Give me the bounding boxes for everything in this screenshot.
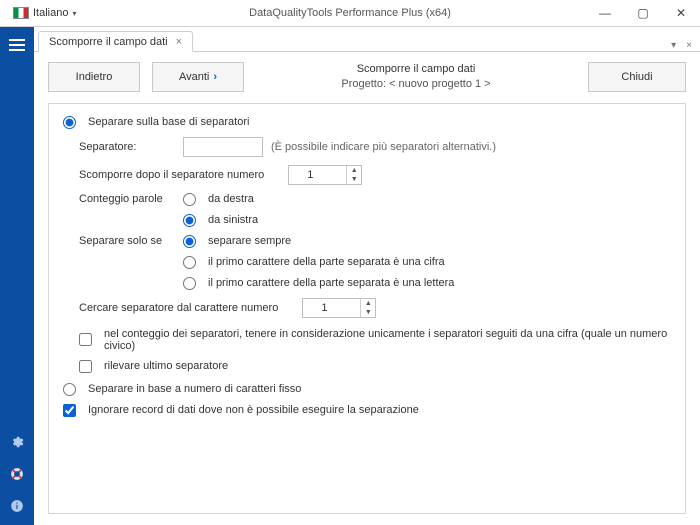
chevron-down-icon: ▾ <box>72 9 76 18</box>
back-label: Indietro <box>76 71 113 83</box>
next-button[interactable]: Avanti › <box>152 62 244 92</box>
tab-scomporre[interactable]: Scomporre il campo dati × <box>38 31 193 52</box>
menu-button[interactable] <box>5 33 29 57</box>
flag-icon <box>13 7 29 19</box>
only-if-row: Separare solo se separare sempre <box>79 235 671 248</box>
separator-label: Separatore: <box>79 141 175 153</box>
word-count-row2: da sinistra <box>183 214 671 227</box>
checkbox-detect-last-separator[interactable] <box>79 360 92 373</box>
chk-ignore-label: Ignorare record di dati dove non è possi… <box>88 404 419 416</box>
tab-tools: ▾ × <box>671 40 700 51</box>
info-icon <box>10 499 24 513</box>
close-label: Chiudi <box>621 71 652 83</box>
close-button[interactable]: Chiudi <box>588 62 686 92</box>
chk-ignore-row: Ignorare record di dati dove non è possi… <box>63 404 671 417</box>
checkbox-only-followed-by-digit[interactable] <box>79 333 92 346</box>
chk-followed-label: nel conteggio dei separatori, tenere in … <box>104 328 671 352</box>
tab-label: Scomporre il campo dati <box>49 36 168 48</box>
gear-icon <box>10 435 24 449</box>
after-sep-spinner[interactable]: 1 ▲ ▼ <box>288 165 362 185</box>
word-count-label: Conteggio parole <box>79 193 175 205</box>
radio-mode-separators[interactable] <box>63 116 76 129</box>
content: Scomporre il campo dati × ▾ × Indietro A… <box>34 27 700 525</box>
search-from-value: 1 <box>321 302 327 314</box>
radio-first-letter[interactable] <box>183 277 196 290</box>
wizard-title: Scomporre il campo dati <box>256 62 576 77</box>
titlebar: Italiano ▾ DataQualityTools Performance … <box>0 0 700 27</box>
sidebar <box>0 27 34 525</box>
tab-dropdown-icon[interactable]: ▾ <box>671 40 676 51</box>
wizard-subtitle: Progetto: < nuovo progetto 1 > <box>256 77 576 92</box>
next-label: Avanti <box>179 71 209 83</box>
word-count-row: Conteggio parole da destra <box>79 193 671 206</box>
spin-up-icon[interactable]: ▲ <box>347 166 361 175</box>
only-if-label: Separare solo se <box>79 235 175 247</box>
search-from-label: Cercare separatore dal carattere numero <box>79 302 278 314</box>
tab-close-button[interactable]: × <box>176 37 182 48</box>
chevron-right-icon: › <box>213 71 217 83</box>
spin-down-icon[interactable]: ▼ <box>361 308 375 317</box>
first-letter-label: il primo carattere della parte separata … <box>208 277 454 289</box>
separator-input[interactable] <box>183 137 263 157</box>
after-sep-row: Scomporre dopo il separatore numero 1 ▲ … <box>79 165 671 185</box>
form-panel: Separare sulla base di separatori Separa… <box>48 103 686 514</box>
language-selector[interactable]: Italiano ▾ <box>6 4 84 22</box>
separator-row: Separatore: (È possibile indicare più se… <box>79 137 671 157</box>
search-from-row: Cercare separatore dal carattere numero … <box>79 298 671 318</box>
radio-first-digit[interactable] <box>183 256 196 269</box>
separator-hint: (È possibile indicare più separatori alt… <box>271 141 496 153</box>
info-button[interactable] <box>5 494 29 518</box>
tab-close-all-icon[interactable]: × <box>686 40 692 51</box>
maximize-button[interactable]: ▢ <box>624 0 662 26</box>
mode-separators-label: Separare sulla base di separatori <box>88 116 249 128</box>
search-from-spinner[interactable]: 1 ▲ ▼ <box>302 298 376 318</box>
wizard-header: Indietro Avanti › Scomporre il campo dat… <box>34 52 700 99</box>
tabstrip: Scomporre il campo dati × ▾ × <box>34 27 700 52</box>
chk-last-sep-row: rilevare ultimo separatore <box>79 360 671 373</box>
chk-followed-row: nel conteggio dei separatori, tenere in … <box>79 328 671 352</box>
radio-always[interactable] <box>183 235 196 248</box>
spin-up-icon[interactable]: ▲ <box>361 299 375 308</box>
help-button[interactable] <box>5 462 29 486</box>
from-right-label: da destra <box>208 193 254 205</box>
only-if-row3: il primo carattere della parte separata … <box>183 277 671 290</box>
only-if-row2: il primo carattere della parte separata … <box>183 256 671 269</box>
close-window-button[interactable]: ✕ <box>662 0 700 26</box>
language-label: Italiano <box>33 7 68 19</box>
spin-down-icon[interactable]: ▼ <box>347 175 361 184</box>
radio-mode-fixed[interactable] <box>63 383 76 396</box>
radio-from-right[interactable] <box>183 193 196 206</box>
mode-separators-row: Separare sulla base di separatori <box>63 116 671 129</box>
lifebuoy-icon <box>10 467 24 481</box>
window-buttons: — ▢ ✕ <box>586 0 700 26</box>
mode-fixed-row: Separare in base a numero di caratteri f… <box>63 383 671 396</box>
settings-button[interactable] <box>5 430 29 454</box>
checkbox-ignore-unsplittable[interactable] <box>63 404 76 417</box>
after-sep-label: Scomporre dopo il separatore numero <box>79 169 264 181</box>
first-digit-label: il primo carattere della parte separata … <box>208 256 445 268</box>
mode-fixed-label: Separare in base a numero di caratteri f… <box>88 383 301 395</box>
chk-last-sep-label: rilevare ultimo separatore <box>104 360 228 372</box>
hamburger-icon <box>9 38 25 52</box>
always-label: separare sempre <box>208 235 291 247</box>
from-left-label: da sinistra <box>208 214 258 226</box>
minimize-button[interactable]: — <box>586 0 624 26</box>
radio-from-left[interactable] <box>183 214 196 227</box>
back-button[interactable]: Indietro <box>48 62 140 92</box>
after-sep-value: 1 <box>307 169 313 181</box>
wizard-title-block: Scomporre il campo dati Progetto: < nuov… <box>256 62 576 93</box>
